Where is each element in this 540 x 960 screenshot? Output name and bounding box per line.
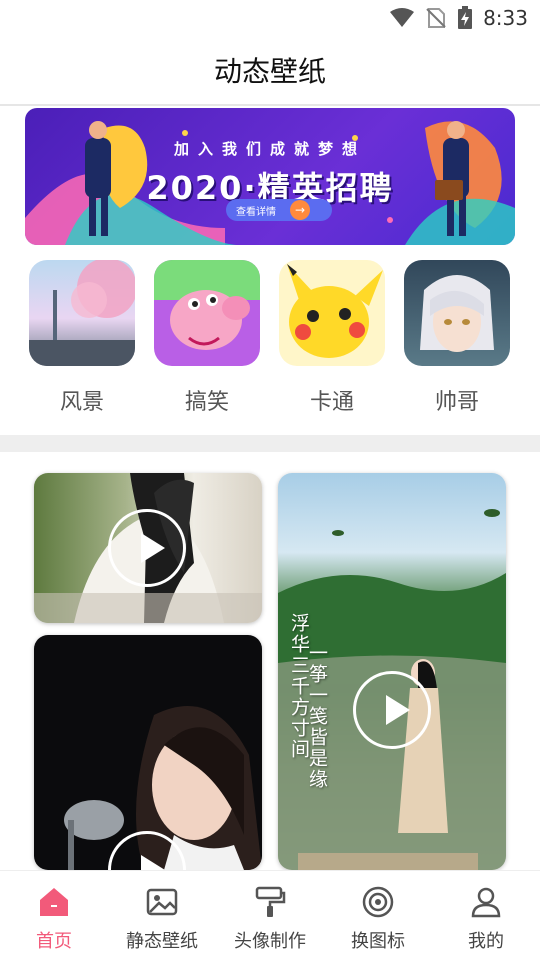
banner-subtitle: 加入我们成就梦想 [173, 140, 366, 158]
arrow-right-icon: → [290, 200, 310, 220]
category-funny[interactable]: 搞笑 [154, 260, 260, 416]
category-label: 搞笑 [184, 390, 229, 415]
status-time: 8:33 [483, 6, 528, 30]
paint-roller-icon [255, 886, 286, 917]
tab-change-icon[interactable]: 换图标 [324, 871, 432, 960]
status-icons: 8:33 [389, 6, 528, 30]
section-divider [0, 435, 540, 452]
page-title: 动态壁纸 [213, 55, 326, 88]
user-icon [471, 887, 501, 918]
banner-details-label: 查看详情 [236, 206, 276, 218]
tab-label: 我的 [468, 931, 504, 952]
tab-label: 静态壁纸 [126, 931, 198, 952]
play-button[interactable] [353, 671, 431, 749]
video-card[interactable] [34, 635, 262, 870]
tab-avatar-maker[interactable]: 头像制作 [216, 871, 324, 960]
pikachu-image [279, 260, 385, 366]
home-icon [40, 888, 68, 916]
category-label: 卡通 [309, 390, 354, 415]
wifi-icon [390, 8, 415, 27]
battery-charging-icon [458, 6, 473, 29]
tab-label: 首页 [36, 931, 72, 952]
tab-home[interactable]: 首页 [0, 871, 108, 960]
tab-static-wallpaper[interactable]: 静态壁纸 [108, 871, 216, 960]
scenery-image [29, 260, 135, 366]
banner-details-button[interactable]: 查看详情 → [226, 199, 332, 221]
tab-label: 头像制作 [234, 931, 306, 952]
tab-label: 换图标 [351, 931, 405, 952]
video-card[interactable] [34, 473, 262, 623]
tab-profile[interactable]: 我的 [432, 871, 540, 960]
no-sim-icon [426, 8, 446, 28]
status-bar: 8:33 [0, 0, 540, 36]
category-cartoon[interactable]: 卡通 [279, 260, 385, 416]
play-button[interactable] [108, 509, 186, 587]
image-icon [146, 888, 178, 916]
target-icon [362, 886, 394, 918]
anime-boy-image [404, 260, 510, 366]
category-label: 风景 [59, 390, 104, 415]
app-header: 动态壁纸 [0, 36, 540, 106]
category-scenery[interactable]: 风景 [29, 260, 135, 416]
category-label: 帅哥 [434, 390, 479, 415]
poem-right: 一筝一笺皆是缘 [306, 643, 328, 790]
bottom-tab-bar: 首页 静态壁纸 头像制作 换图标 我的 [0, 870, 540, 960]
category-handsome[interactable]: 帅哥 [404, 260, 510, 416]
video-card[interactable]: 浮华三千方寸间 一筝一笺皆是缘 [278, 473, 506, 870]
category-row: 风景 搞笑 卡通 帅哥 [0, 260, 540, 420]
peppa-pig-image [154, 260, 260, 366]
recruitment-banner[interactable]: 加入我们成就梦想 2020·精英招聘 查看详情 → [25, 108, 515, 245]
